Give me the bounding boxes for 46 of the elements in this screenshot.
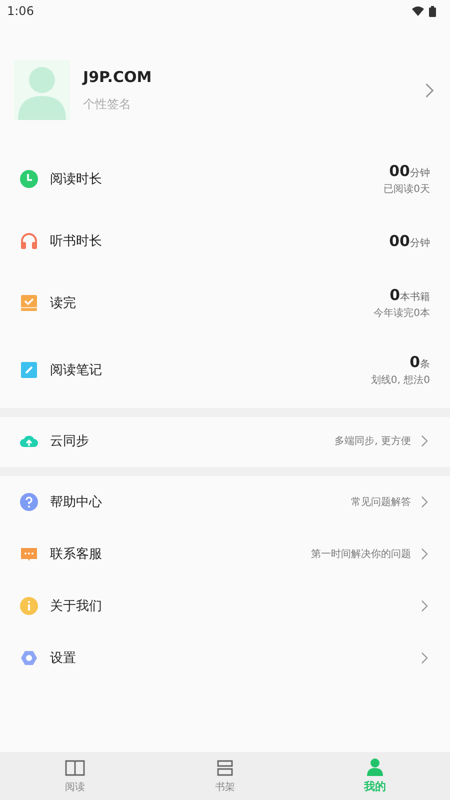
chevron-icon[interactable] [425, 82, 434, 98]
stat-value: 0 [410, 353, 420, 371]
stat-label: 阅读时长 [50, 171, 103, 188]
chat-icon [20, 545, 38, 563]
menu-hint: 常见问题解答 [351, 496, 411, 509]
signature: 个性签名 [83, 96, 132, 112]
user-name: J9P.COM [83, 68, 153, 86]
note-icon [20, 361, 38, 379]
bookshelf-icon [215, 758, 235, 776]
book-icon [65, 758, 85, 776]
chevron-icon [421, 652, 428, 664]
stat-value: 0 [390, 286, 400, 304]
chevron-icon [421, 548, 428, 560]
menu-hint: 多端同步, 更方便 [334, 434, 411, 448]
status-time: 1:06 [7, 4, 34, 18]
battery-icon [429, 6, 436, 16]
headphones-icon [20, 232, 38, 250]
menu-label[interactable]: 云同步 [50, 432, 335, 450]
stat-label: 听书时长 [50, 233, 103, 250]
avatar [14, 60, 70, 120]
chevron-icon [421, 435, 428, 447]
stat-detail: 今年读完0本 [374, 306, 430, 320]
stat-unit: 本书籍 [400, 290, 430, 304]
stat-unit: 分钟 [410, 166, 430, 180]
clock-icon [20, 170, 38, 188]
wifi-icon [412, 6, 424, 16]
chevron-icon [421, 496, 428, 508]
info-icon [20, 597, 38, 615]
stat-unit: 分钟 [410, 236, 430, 250]
menu-label[interactable]: 联系客服 [50, 545, 311, 563]
settings-icon [20, 649, 38, 667]
book-check-icon [20, 294, 38, 312]
stat-label: 阅读笔记 [50, 362, 103, 379]
menu-hint: 第一时间解决你的问题 [311, 548, 411, 561]
stat-value: 00 [389, 232, 410, 250]
person-icon [365, 758, 385, 776]
menu-label[interactable]: 关于我们 [50, 597, 411, 615]
stat-detail: 已阅读0天 [384, 182, 430, 196]
menu-label[interactable]: 帮助中心 [50, 493, 351, 511]
stat-label: 读完 [50, 295, 77, 312]
stat-detail: 划线0, 想法0 [370, 374, 430, 387]
stat-unit: 条 [420, 358, 430, 371]
stat-value: 00 [389, 162, 410, 180]
help-icon [20, 493, 38, 511]
menu-label[interactable]: 设置 [50, 649, 411, 667]
chevron-icon [421, 600, 428, 612]
